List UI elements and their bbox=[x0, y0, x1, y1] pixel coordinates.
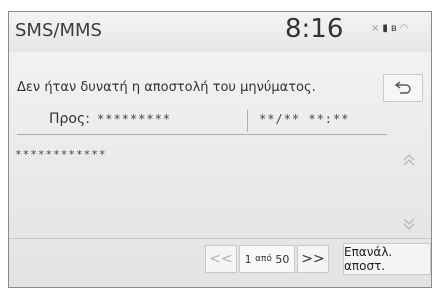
previous-page-button[interactable]: << bbox=[205, 245, 237, 273]
double-chevron-up-icon bbox=[403, 154, 415, 166]
car-display-screen: SMS/MMS 8:16 ⨯▮ʙ◠ Δεν ήταν δυνατή η αποσ… bbox=[8, 11, 432, 288]
status-icons: ⨯▮ʙ◠ bbox=[371, 23, 411, 34]
next-page-button[interactable]: >> bbox=[297, 245, 329, 273]
status-header: SMS/MMS 8:16 ⨯▮ʙ◠ bbox=[9, 12, 431, 52]
back-button[interactable] bbox=[383, 74, 423, 102]
bluetooth-icon: ʙ bbox=[390, 23, 400, 34]
page-current: 1 bbox=[244, 252, 252, 266]
to-label: Προς: bbox=[49, 111, 90, 127]
scroll-down-button[interactable] bbox=[397, 212, 421, 236]
recipient-value: ********* bbox=[97, 112, 172, 126]
footer-bar: << 1 από 50 >> Επανάλ. αποστ. bbox=[9, 239, 431, 287]
page-separator: από bbox=[255, 254, 272, 264]
wifi-icon: ◠ bbox=[399, 23, 412, 34]
scroll-up-button[interactable] bbox=[397, 148, 421, 172]
clock: 8:16 bbox=[285, 14, 344, 44]
message-date: **/** **:** bbox=[259, 112, 350, 126]
recipient-row: Προς: ********* **/** **:** bbox=[17, 106, 387, 135]
field-divider bbox=[247, 110, 248, 132]
signal-off-icon: ⨯ bbox=[371, 23, 383, 34]
page-total: 50 bbox=[275, 252, 290, 266]
message-panel: Δεν ήταν δυνατή η αποστολή του μηνύματος… bbox=[9, 52, 431, 287]
page-indicator: 1 από 50 bbox=[239, 245, 295, 273]
send-error-message: Δεν ήταν δυνατή η αποστολή του μηνύματος… bbox=[17, 80, 316, 95]
message-body: ************ bbox=[15, 148, 107, 161]
battery-icon: ▮ bbox=[382, 23, 391, 34]
double-chevron-down-icon bbox=[403, 218, 415, 230]
app-title: SMS/MMS bbox=[15, 20, 102, 41]
resend-button[interactable]: Επανάλ. αποστ. bbox=[343, 243, 431, 275]
back-arrow-icon bbox=[394, 81, 411, 94]
